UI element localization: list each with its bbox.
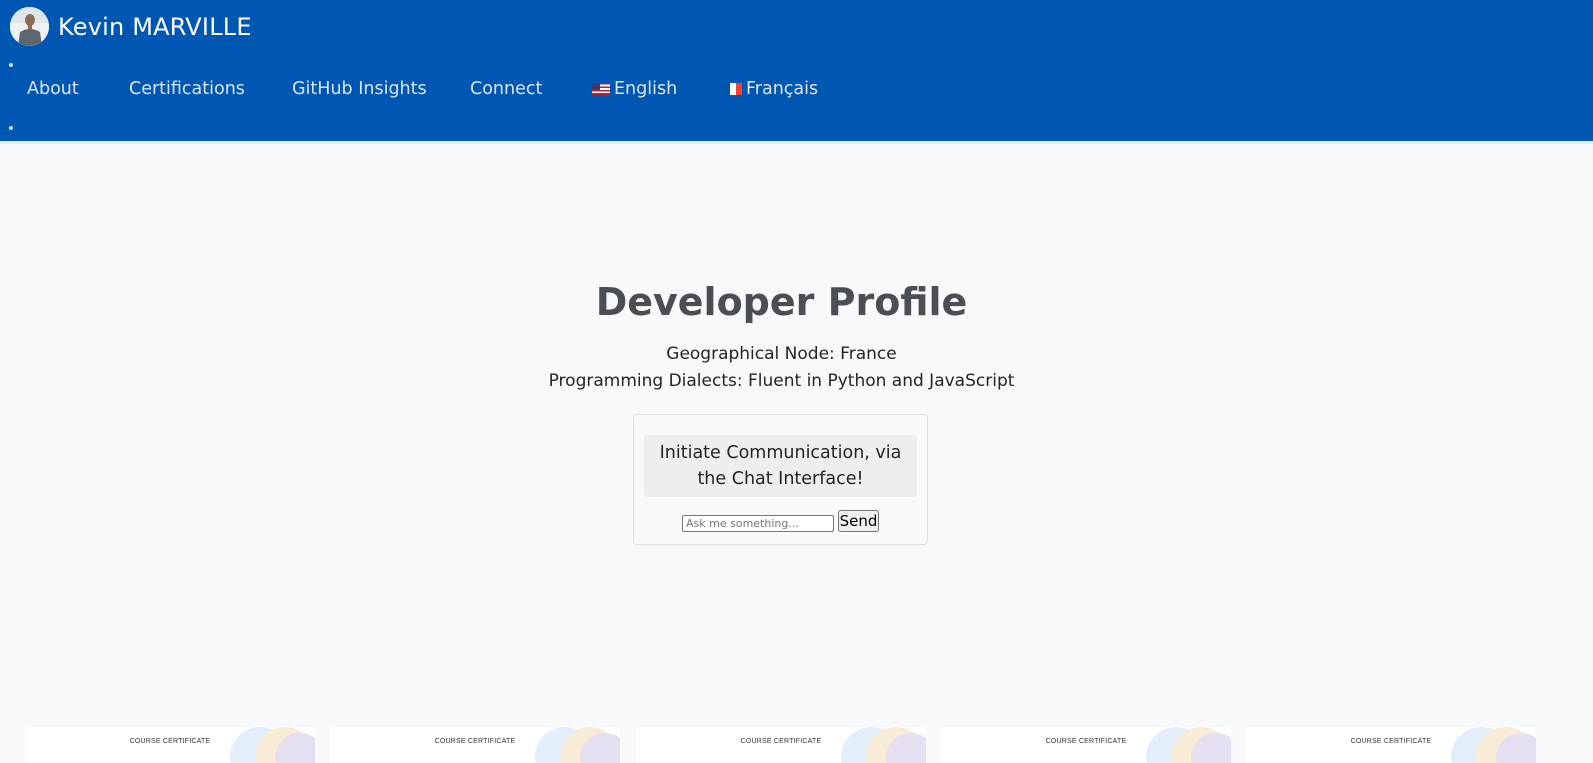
- avatar: [10, 7, 49, 46]
- certificate-card[interactable]: COURSE CERTIFICATE: [941, 727, 1231, 763]
- list-bullet: [9, 63, 13, 67]
- nav-lang-english[interactable]: English: [592, 79, 677, 99]
- certificates-strip: COURSE CERTIFICATE COURSE CERTIFICATE CO…: [0, 727, 1593, 763]
- send-button[interactable]: Send: [838, 510, 879, 532]
- nav-lang-french-label: Français: [746, 79, 819, 99]
- brand[interactable]: Kevin MARVILLE: [10, 7, 252, 46]
- nav-github-insights[interactable]: GitHub Insights: [292, 79, 427, 99]
- list-bullet: [9, 126, 13, 130]
- certificate-card[interactable]: COURSE CERTIFICATE: [636, 727, 926, 763]
- nav-certifications[interactable]: Certifications: [129, 79, 245, 99]
- chat-input[interactable]: [682, 515, 834, 532]
- certificate-label: COURSE CERTIFICATE: [1045, 738, 1127, 745]
- certificate-label: COURSE CERTIFICATE: [740, 738, 822, 745]
- page-title: Developer Profile: [595, 280, 968, 324]
- certificate-card[interactable]: COURSE CERTIFICATE: [330, 727, 620, 763]
- chat-header: Initiate Communication, via the Chat Int…: [644, 435, 917, 497]
- certificate-label: COURSE CERTIFICATE: [434, 738, 516, 745]
- navbar: Kevin MARVILLE About Certifications GitH…: [0, 0, 1593, 144]
- us-flag-icon: [592, 83, 610, 95]
- languages-text: Programming Dialects: Fluent in Python a…: [548, 371, 1015, 391]
- nav-connect[interactable]: Connect: [470, 79, 542, 99]
- certificate-card[interactable]: COURSE CERTIFICATE: [25, 727, 315, 763]
- certificate-card[interactable]: COURSE CERTIFICATE: [1246, 727, 1536, 763]
- certificate-label: COURSE CERTIFICATE: [1350, 738, 1432, 745]
- nav-about[interactable]: About: [27, 79, 79, 99]
- fr-flag-icon: [724, 83, 742, 95]
- nav-lang-french[interactable]: Français: [724, 79, 818, 99]
- chat-box: Initiate Communication, via the Chat Int…: [633, 414, 928, 545]
- certificate-label: COURSE CERTIFICATE: [129, 738, 211, 745]
- brand-name: Kevin MARVILLE: [58, 12, 252, 41]
- location-text: Geographical Node: France: [666, 344, 897, 364]
- nav-lang-english-label: English: [614, 79, 678, 99]
